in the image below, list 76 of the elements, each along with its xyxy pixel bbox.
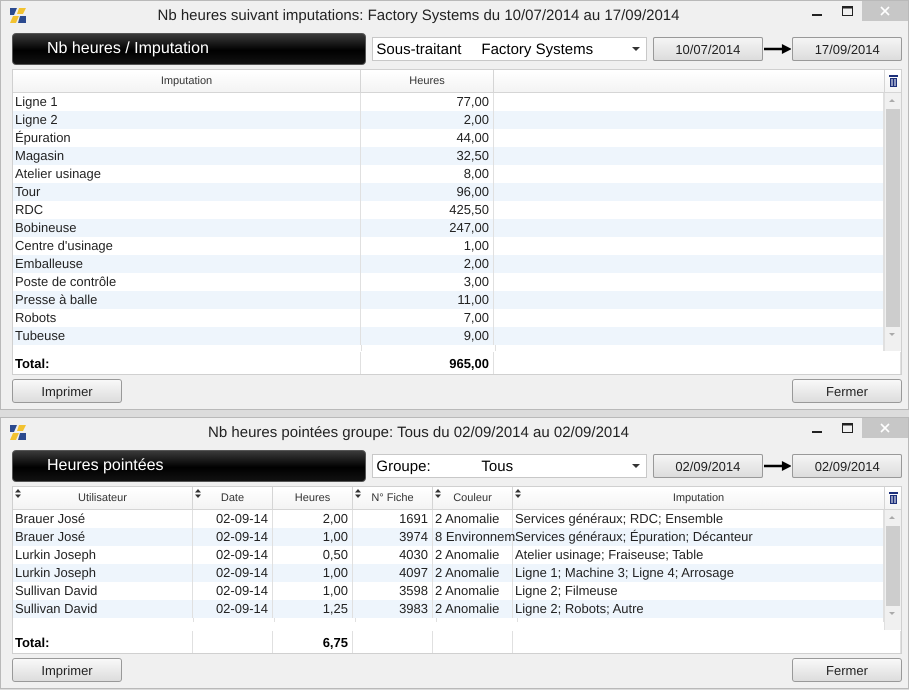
table-row[interactable]: Brauer José 02-09-14 1,00 3974 8 EnvironnemServices généraux; Épuration; Décanteur xyxy=(13,528,884,546)
trash-icon[interactable] xyxy=(888,492,898,504)
maximize-icon xyxy=(842,6,852,16)
table-row[interactable]: Atelier usinage 8,00 xyxy=(13,165,884,183)
app-logo-icon xyxy=(9,423,27,441)
dropdown-caret-icon xyxy=(632,47,640,51)
sort-icon[interactable] xyxy=(435,489,441,498)
sort-icon[interactable] xyxy=(195,489,201,498)
table-row[interactable]: Tour 96,00 xyxy=(13,183,884,201)
date-to-button[interactable]: 17/09/2014 xyxy=(792,37,902,61)
table-row[interactable]: RDC 425,50 xyxy=(13,201,884,219)
minimize-icon xyxy=(812,430,822,432)
table-row[interactable]: Brauer José 02-09-14 2,00 1691 2 Anomalie Services généraux; RDC; Ensemble xyxy=(13,510,884,528)
table-row[interactable]: Ligne 1 77,00 xyxy=(13,93,884,111)
sort-icon[interactable] xyxy=(355,489,361,498)
filter-dropdown[interactable]: Sous-traitant Factory Systems xyxy=(372,37,648,61)
total-label: Total: xyxy=(15,356,50,370)
table-cell: 1,25 xyxy=(273,600,353,618)
table-cell: 9,00 xyxy=(361,327,494,345)
table-cell: 3983 xyxy=(353,600,433,618)
total-value: 965,00 xyxy=(449,356,489,370)
table-row[interactable]: Lurkin Joseph 02-09-14 1,00 4097 2 Anomalie Ligne 1; Machine 3; Ligne 4; Arrosage xyxy=(13,564,884,582)
table-row[interactable]: Lurkin Joseph 02-09-14 0,50 4030 2 Anomalie Atelier usinage; Fraiseuse; Table xyxy=(13,546,884,564)
column-header[interactable]: Date xyxy=(193,487,273,509)
table-cell: Tubeuse xyxy=(13,327,361,345)
table-cell: 2 Anomalie xyxy=(433,600,513,618)
column-header[interactable]: N° Fiche xyxy=(353,487,433,509)
dropdown-caret-icon xyxy=(632,464,640,468)
app-logo-icon xyxy=(9,6,27,24)
date-from-button[interactable]: 02/09/2014 xyxy=(653,454,763,478)
table-row[interactable]: Ligne 2 2,00 xyxy=(13,111,884,129)
table-row[interactable]: Presse à balle 11,00 xyxy=(13,291,884,309)
table-row[interactable]: Sullivan David 02-09-14 1,25 3983 2 Anomalie Ligne 2; Robots; Autre xyxy=(13,600,884,618)
filter-value: Tous xyxy=(481,458,514,474)
table-row[interactable]: Emballeuse 2,00 xyxy=(13,255,884,273)
table-row[interactable]: Centre d'usinage 1,00 xyxy=(13,237,884,255)
arrow-icon xyxy=(764,44,792,54)
close-window-button[interactable]: Fermer xyxy=(792,379,902,403)
filter-label: Groupe: xyxy=(376,458,432,474)
column-header[interactable]: Imputation xyxy=(13,70,361,92)
sort-icon[interactable] xyxy=(15,489,21,498)
table-row[interactable]: Bobineuse 247,00 xyxy=(13,219,884,237)
table-row[interactable]: Sullivan David 02-09-14 1,00 3598 2 Anomalie Ligne 2; Filmeuse xyxy=(13,582,884,600)
sort-icon[interactable] xyxy=(515,489,521,498)
table-row[interactable]: Magasin 32,50 xyxy=(13,147,884,165)
total-value: 6,75 xyxy=(322,634,348,650)
column-header[interactable]: Imputation xyxy=(513,487,885,509)
filter-dropdown[interactable]: Groupe: Tous xyxy=(372,454,648,478)
column-header[interactable]: Couleur xyxy=(433,487,513,509)
trash-icon[interactable] xyxy=(888,75,898,87)
close-icon xyxy=(880,423,890,433)
date-to-button[interactable]: 02/09/2014 xyxy=(792,454,902,478)
table-row[interactable]: Épuration 44,00 xyxy=(13,129,884,147)
table-cell: 02-09-14 xyxy=(193,600,273,618)
column-header[interactable]: Heures xyxy=(361,70,494,92)
maximize-icon xyxy=(842,423,852,433)
section-header: Heures pointées xyxy=(12,450,366,482)
filter-value: Factory Systems xyxy=(481,40,594,58)
window-title: Nb heures pointées groupe: Tous du 02/09/2014 au 02/09/2014 xyxy=(207,424,630,440)
close-window-button[interactable]: Fermer xyxy=(792,658,902,682)
column-header[interactable]: Utilisateur xyxy=(13,487,193,509)
table-cell: Sullivan David xyxy=(13,600,193,618)
filter-label: Sous-traitant xyxy=(376,40,462,58)
window-title: Nb heures suivant imputations: Factory Systems du 10/07/2014 au 17/09/2014 xyxy=(156,6,680,24)
column-header[interactable]: Heures xyxy=(273,487,353,509)
print-button[interactable]: Imprimer xyxy=(12,658,122,682)
arrow-icon xyxy=(764,461,792,471)
table-row[interactable]: Robots 7,00 xyxy=(13,309,884,327)
close-icon xyxy=(880,6,890,16)
section-header: Nb heures / Imputation xyxy=(12,33,366,65)
print-button[interactable]: Imprimer xyxy=(12,379,122,403)
table-row[interactable]: Tubeuse 9,00 xyxy=(13,327,884,345)
total-label: Total: xyxy=(15,634,50,650)
minimize-icon xyxy=(812,14,822,16)
date-from-button[interactable]: 10/07/2014 xyxy=(653,37,763,61)
table-row[interactable]: Poste de contrôle 3,00 xyxy=(13,273,884,291)
